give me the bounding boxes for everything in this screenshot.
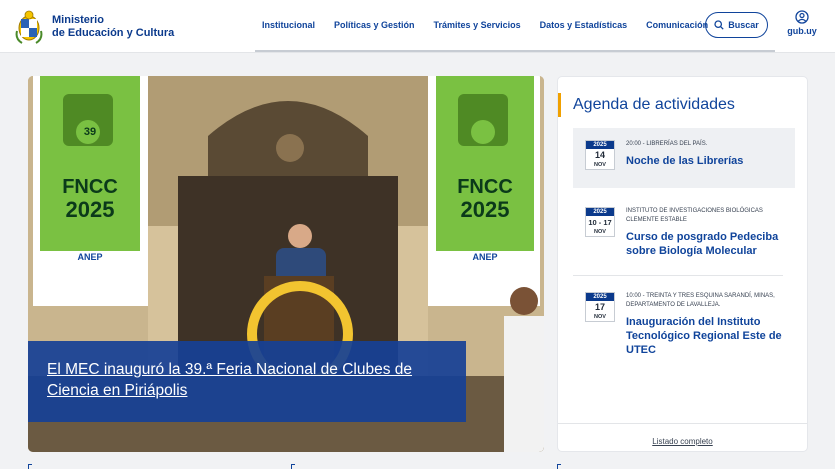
banner-fncc: FNCC [457,176,513,198]
banner-left-text: 39 FNCC 2025 ANEP [40,126,140,262]
banner-org: ANEP [472,252,498,262]
hero-headline-link[interactable]: El MEC inauguró la 39.ª Feria Nacional d… [47,361,412,399]
date-badge: 2025 14 NOV [585,140,615,170]
agenda-event[interactable]: 2025 17 NOV 10:00 - TREINTA Y TRES ESQUI… [573,280,795,370]
search-label: Buscar [728,20,759,30]
agenda-event[interactable]: 2025 10 - 17 NOV INSTITUTO DE INVESTIGAC… [573,195,795,269]
listado-completo-link[interactable]: Listado completo [652,437,712,446]
hero-news[interactable]: 39 FNCC 2025 ANEP FNCC 2025 ANEP El MEC … [28,76,544,452]
nav-institucional[interactable]: Institucional [262,20,315,30]
agenda-event[interactable]: 2025 14 NOV 20:00 - LIBRERÍAS DEL PAÍS. … [573,128,795,188]
agenda-title: Agenda de actividades [558,93,735,117]
nav-divider [255,50,775,52]
org-name-line2: de Educación y Cultura [52,27,175,39]
nav-tramites[interactable]: Trámites y Servicios [434,20,521,30]
event-meta: INSTITUTO DE INVESTIGACIONES BIOLÓGICAS … [626,208,763,223]
ministry-logo[interactable]: Ministerio de Educación y Cultura [14,9,174,45]
user-icon [795,10,809,24]
card-corner [28,464,32,469]
date-month: NOV [594,162,606,168]
search-button[interactable]: Buscar [705,12,768,38]
gub-uy-link[interactable]: gub.uy [786,10,818,36]
event-title[interactable]: Curso de posgrado Pedeciba sobre Biologí… [626,230,791,258]
main-nav: Institucional Políticas y Gestión Trámit… [262,20,727,30]
org-name-line1: Ministerio [52,14,104,26]
site-header: Ministerio de Educación y Cultura Instit… [0,0,835,53]
banner-number: 39 [83,126,97,138]
banner-year: 2025 [460,197,510,222]
banner-year: 2025 [65,197,115,222]
date-day: 10 - 17 [588,218,612,227]
gub-uy-label: gub.uy [787,26,817,36]
hero-caption: El MEC inauguró la 39.ª Feria Nacional d… [28,341,466,422]
date-badge: 2025 17 NOV [585,292,615,322]
nav-comunicacion[interactable]: Comunicación [646,20,708,30]
date-month: NOV [594,229,606,235]
date-year: 2025 [586,293,614,301]
banner-fncc: FNCC [62,176,118,198]
event-meta: 10:00 - TREINTA Y TRES ESQUINA SARANDÍ, … [626,293,775,308]
nav-politicas[interactable]: Políticas y Gestión [334,20,415,30]
date-year: 2025 [586,141,614,149]
uruguay-crest-icon [15,10,43,44]
date-day: 14 [594,150,605,160]
nav-datos[interactable]: Datos y Estadísticas [540,20,628,30]
event-title[interactable]: Inauguración del Instituto Tecnológico R… [626,315,791,357]
date-year: 2025 [586,208,614,216]
banner-right-text: FNCC 2025 ANEP [436,176,534,262]
search-icon [714,20,724,30]
banner-org: ANEP [77,252,103,262]
agenda-footer: Listado completo [558,423,807,449]
event-meta: 20:00 - LIBRERÍAS DEL PAÍS. [626,141,708,147]
card-corner [291,464,295,469]
date-day: 17 [594,302,605,312]
event-divider [573,275,783,276]
agenda-panel: Agenda de actividades 2025 14 NOV 20:00 … [557,76,808,452]
date-badge: 2025 10 - 17 NOV [585,207,615,237]
event-title[interactable]: Noche de las Librerías [626,154,791,168]
date-month: NOV [594,314,606,320]
card-corner [557,464,561,469]
